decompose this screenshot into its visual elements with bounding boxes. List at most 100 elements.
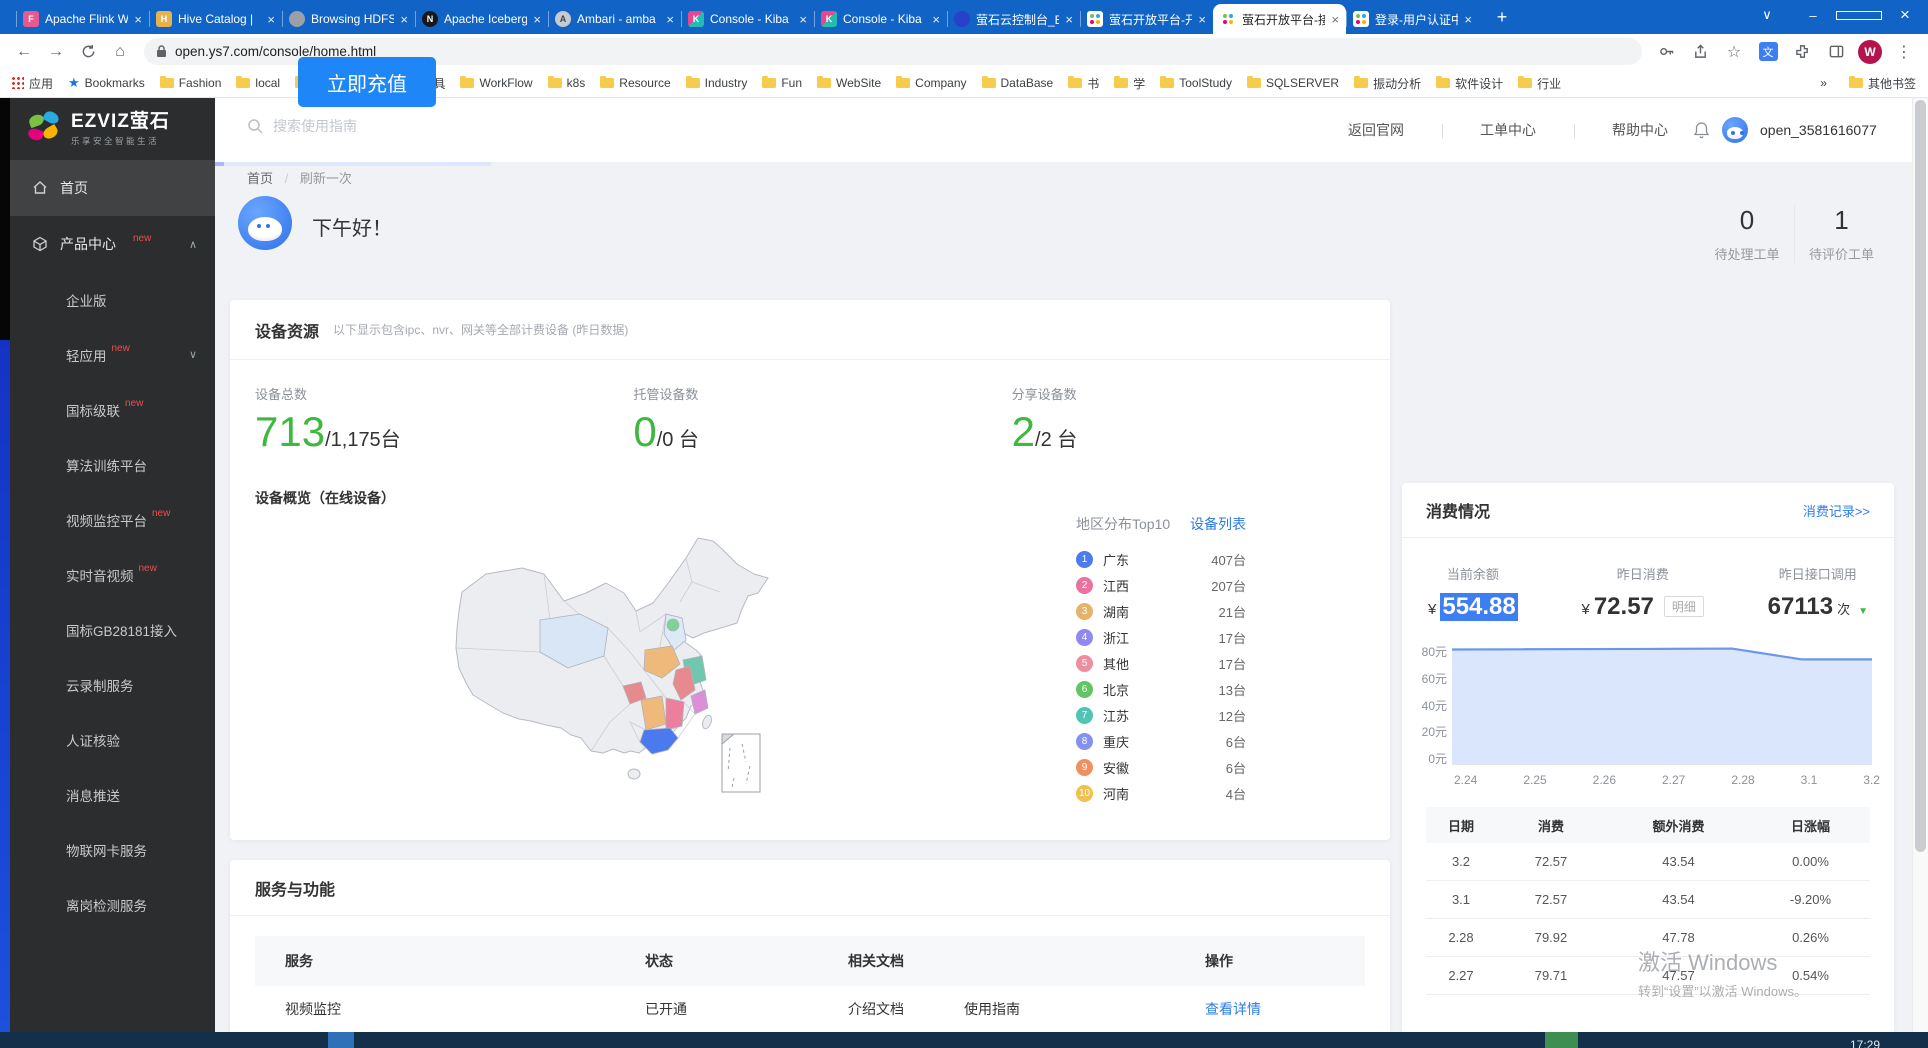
user-avatar[interactable] [1722, 117, 1748, 143]
minimize-button[interactable]: – [1790, 8, 1836, 23]
dropdown-caret-icon[interactable]: ▼ [1858, 606, 1868, 617]
bookmark-folder[interactable]: Fashion [160, 76, 222, 90]
consumption-records-link[interactable]: 消费记录>> [1803, 501, 1870, 520]
tab-close-icon[interactable]: × [932, 12, 940, 27]
username[interactable]: open_3581616077 [1760, 122, 1877, 138]
bookmark-folder[interactable]: k8s [548, 76, 586, 90]
key-icon[interactable] [1652, 38, 1680, 66]
browser-tab[interactable]: 萤石开放平台-接 × [1213, 4, 1346, 34]
view-detail-link[interactable]: 查看详情 [1205, 999, 1365, 1019]
bell-icon[interactable] [1693, 121, 1710, 139]
scrollbar-thumb[interactable] [1915, 100, 1926, 852]
browser-tab[interactable]: 萤石云控制台_E × [947, 4, 1080, 34]
sidebar-subitem[interactable]: 算法训练平台 [10, 437, 215, 492]
back-button[interactable]: ← [10, 38, 38, 66]
tab-close-icon[interactable]: × [1464, 12, 1472, 27]
bookmark-folder[interactable]: SQLSERVER [1247, 76, 1339, 90]
extensions-puzzle-icon[interactable] [1788, 38, 1816, 66]
search-input[interactable] [273, 118, 573, 134]
header-link[interactable]: 工单中心 [1442, 120, 1574, 140]
sidebar-subitem[interactable]: 物联网卡服务 [10, 822, 215, 877]
tab-close-icon[interactable]: × [533, 12, 541, 27]
page-scrollbar[interactable] [1912, 98, 1928, 1032]
bookmarks-overflow-chevron[interactable]: » [1820, 76, 1827, 90]
ticket-stat[interactable]: 0 待处理工单 [1700, 205, 1794, 263]
browser-tab[interactable]: Apache Iceberg × [415, 4, 548, 34]
profile-avatar[interactable]: W [1856, 38, 1884, 66]
tab-close-icon[interactable]: × [1065, 12, 1073, 27]
logo[interactable]: EZVIZ萤石 乐享安全智能生活 [10, 98, 215, 160]
bookmark-folder[interactable]: WorkFlow [460, 76, 532, 90]
browser-tab[interactable]: 萤石开放平台-开 × [1080, 4, 1213, 34]
doc-link-intro[interactable]: 介绍文档 [848, 999, 904, 1019]
device-list-link[interactable]: 设备列表 [1190, 514, 1246, 534]
bookmark-folder[interactable]: Fun [762, 76, 802, 90]
tab-close-icon[interactable]: × [1331, 12, 1339, 27]
new-tab-button[interactable]: + [1489, 4, 1515, 30]
browser-tab[interactable]: Hive Catalog | × [149, 4, 282, 34]
sidebar-subitem[interactable]: 国标GB28181接入 [10, 602, 215, 657]
detail-button[interactable]: 明细 [1664, 596, 1704, 617]
bookmark-folder[interactable]: ToolStudy [1160, 76, 1232, 90]
tab-close-icon[interactable]: × [666, 12, 674, 27]
sidebar-subitem[interactable]: 国标级联 new [10, 382, 215, 437]
search-box[interactable] [247, 118, 573, 134]
browser-tab[interactable]: Console - Kiba × [681, 4, 814, 34]
breadcrumb-home[interactable]: 首页 [247, 171, 273, 186]
taskbar-app-highlight[interactable] [328, 1032, 354, 1048]
browser-tab[interactable]: Ambari - amba × [548, 4, 681, 34]
browser-tab[interactable]: Console - Kiba × [814, 4, 947, 34]
reload-button[interactable] [74, 38, 102, 66]
bookmark-folder[interactable]: 书 [1068, 75, 1099, 92]
other-bookmarks[interactable]: 其他书签 [1849, 75, 1916, 92]
close-button[interactable]: × [1882, 5, 1928, 25]
maximize-button[interactable] [1836, 8, 1882, 23]
windows-taskbar[interactable]: 17:29 [0, 1032, 1928, 1048]
bookmark-folder[interactable]: Resource [600, 76, 670, 90]
sidebar-subitem[interactable]: 企业版 [10, 272, 215, 327]
bookmark-folder[interactable]: 行业 [1518, 75, 1561, 92]
tab-close-icon[interactable]: × [400, 12, 408, 27]
share-icon[interactable] [1686, 38, 1714, 66]
sidebar-item-home[interactable]: 首页 [10, 160, 215, 216]
header-link[interactable]: 帮助中心 [1574, 120, 1706, 140]
recharge-button[interactable]: 立即充值 [298, 57, 436, 107]
sidebar-subitem[interactable]: 轻应用 new ∨ [10, 327, 215, 382]
bookmark-folder[interactable]: 软件设计 [1436, 75, 1503, 92]
browser-tab[interactable]: 登录-用户认证中 × [1346, 4, 1479, 34]
chevron-up-icon[interactable]: ∧ [189, 238, 197, 251]
breadcrumb-current[interactable]: 刷新一次 [300, 171, 352, 186]
bookmark-star-icon[interactable]: ☆ [1720, 38, 1748, 66]
taskbar-app-highlight[interactable] [1545, 1032, 1578, 1048]
sidebar-item-product-center[interactable]: 产品中心 new ∧ [10, 216, 215, 272]
sidebar-subitem[interactable]: 实时音视频 new [10, 547, 215, 602]
bookmark-folder[interactable]: 振动分析 [1354, 75, 1421, 92]
browser-tab[interactable]: Apache Flink W × [16, 4, 149, 34]
sidebar-subitem[interactable]: 云录制服务 [10, 657, 215, 712]
translate-icon[interactable]: 文 [1754, 38, 1782, 66]
bookmark-folder[interactable]: Industry [686, 76, 748, 90]
bookmark-folder[interactable]: Company [896, 76, 966, 90]
apps-shortcut[interactable]: 应用 [12, 75, 53, 92]
bookmark-folder[interactable]: DataBase [982, 76, 1054, 90]
tab-close-icon[interactable]: × [267, 12, 275, 27]
sidebar-subitem[interactable]: 消息推送 [10, 767, 215, 822]
china-map[interactable] [390, 522, 810, 822]
menu-kebab-icon[interactable]: ⋮ [1890, 38, 1918, 66]
bookmark-folder[interactable]: local [236, 76, 280, 90]
sidebar-subitem[interactable]: 离岗检测服务 [10, 877, 215, 932]
sidebar-subitem[interactable]: 视频监控平台 new [10, 492, 215, 547]
tab-close-icon[interactable]: × [1198, 12, 1206, 27]
forward-button[interactable]: → [42, 38, 70, 66]
chevron-down-icon[interactable]: ∨ [189, 348, 197, 361]
browser-tab[interactable]: Browsing HDFS × [282, 4, 415, 34]
doc-link-guide[interactable]: 使用指南 [964, 999, 1020, 1019]
sidebar-subitem[interactable]: 人证核验 [10, 712, 215, 767]
ticket-stat[interactable]: 1 待评价工单 [1794, 205, 1888, 263]
tab-search-icon[interactable]: ∨ [1744, 7, 1790, 23]
side-panel-icon[interactable] [1822, 38, 1850, 66]
tab-close-icon[interactable]: × [134, 12, 142, 27]
bookmark-folder[interactable]: 学 [1114, 75, 1145, 92]
home-button[interactable]: ⌂ [106, 38, 134, 66]
bookmarks-shortcut[interactable]: ★Bookmarks [68, 75, 145, 91]
